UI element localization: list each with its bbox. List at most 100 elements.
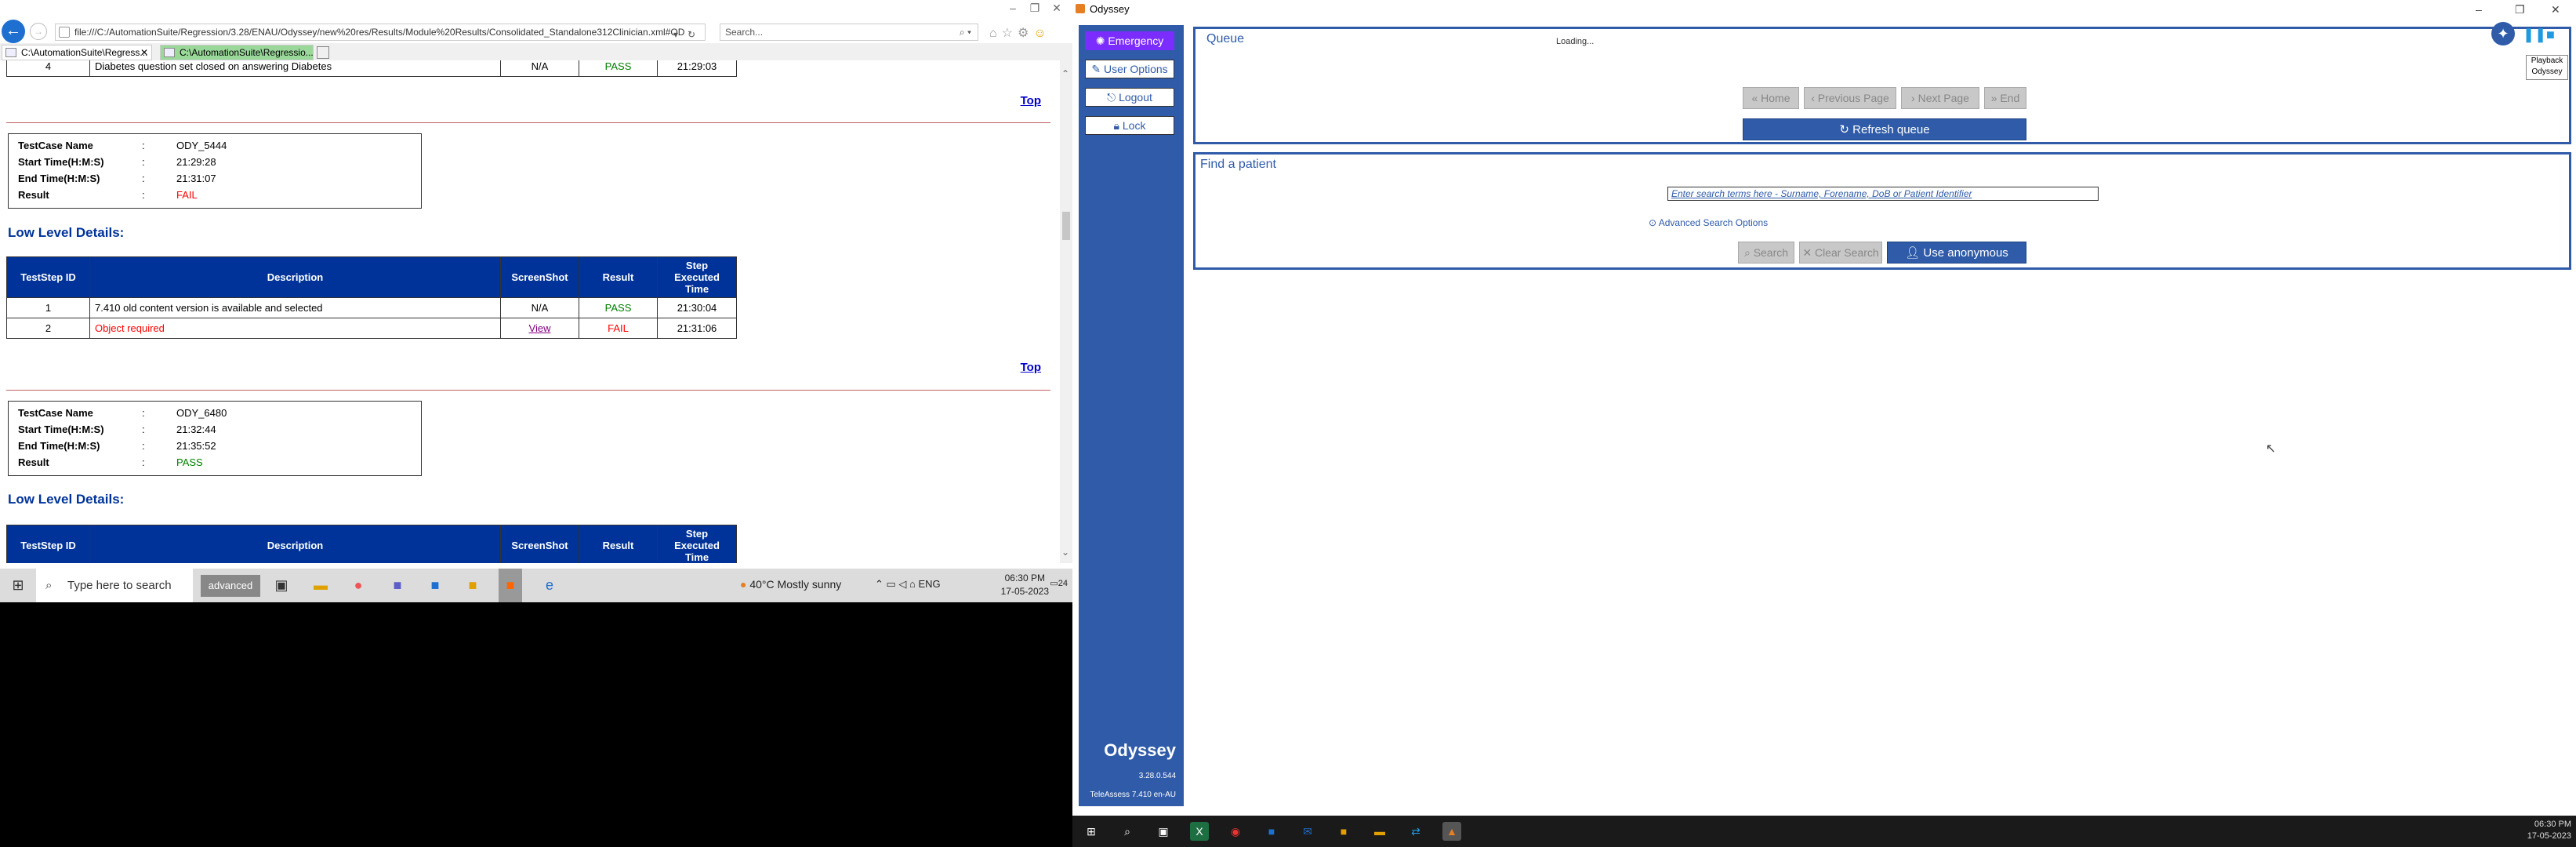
previous-page-button[interactable]: ‹ Previous Page [1804,87,1896,109]
address-bar[interactable]: file:///C:/AutomationSuite/Regression/3.… [55,24,706,41]
close-icon[interactable]: ✕ [2551,0,2560,19]
label-name: TestCase Name [18,407,93,419]
user-options-button[interactable]: ✎ User Options [1085,60,1174,78]
search-icon[interactable]: ⌕ [1118,822,1137,841]
chrome-icon[interactable]: ◉ [1226,822,1245,841]
browser-tabs: C:\AutomationSuite\Regress... ✕ C:\Automa… [0,43,1072,60]
scroll-thumb[interactable] [1062,212,1070,240]
testcase-name: ODY_6480 [176,407,227,419]
refresh-queue-button[interactable]: ↻ Refresh queue [1743,118,2026,140]
end-button[interactable]: » End [1984,87,2026,109]
vertical-scrollbar[interactable]: ⌃ ⌄ [1060,60,1072,563]
pause-icon[interactable]: ❚❚ [2523,27,2546,42]
taskbar-search[interactable]: ⌕ Type here to search [36,569,193,602]
new-tab-icon[interactable] [317,46,329,59]
tab-2[interactable]: C:\AutomationSuite\Regressio... [160,45,314,60]
next-page-button[interactable]: › Next Page [1901,87,1979,109]
lock-button[interactable]: 🔒︎ Lock [1085,116,1174,135]
patient-search-input[interactable]: Enter search terms here - Surname, Foren… [1667,187,2099,201]
home-icon[interactable]: ⌂ [989,27,1002,40]
previous-label: Previous Page [1817,92,1889,104]
smiley-icon[interactable]: ☺ [1033,27,1050,40]
settings-gear-icon[interactable]: ⚙ [1018,27,1033,40]
weather[interactable]: ● 40°C Mostly sunny [740,578,841,591]
file-explorer-icon[interactable]: ▬ [309,569,332,602]
taskbar-clock[interactable]: 06:30 PM 17-05-2023 [1001,572,1049,598]
notifications-icon[interactable]: ▭24 [1050,578,1068,588]
sticky-notes-icon[interactable]: ■ [1334,822,1353,841]
step-result: PASS [579,297,658,318]
scroll-up-icon[interactable]: ⌃ [1061,68,1069,79]
chevron-up-icon[interactable]: ⌃ [875,578,883,590]
forward-arrow-icon[interactable]: → [30,23,47,40]
teams-icon[interactable]: ■ [386,569,409,602]
sticky-notes-icon[interactable]: ■ [461,569,484,602]
testcase-name: ODY_5444 [176,140,227,151]
advanced-search-label: Advanced Search Options [1658,217,1769,228]
teamviewer-icon[interactable]: ⇄ [1406,822,1425,841]
advanced-badge[interactable]: advanced [201,575,260,597]
language[interactable]: ENG [919,578,941,590]
page-icon [59,27,70,38]
top-link[interactable]: Top [1021,361,1041,374]
label-result: Result [18,456,49,468]
browser-navbar: ← → file:///C:/AutomationSuite/Regressio… [0,19,1072,43]
minimize-icon[interactable]: – [2476,0,2482,19]
outlook-icon[interactable]: ✉ [1298,822,1317,841]
odyssey-taskbar-icon[interactable]: ▲ [1442,822,1461,841]
refresh-icon[interactable]: ↻ [688,27,695,40]
step-id: 4 [6,60,90,77]
browser-search-input[interactable]: Search... ⌕ ▾ [720,24,978,41]
close-icon[interactable]: ✕ [1041,2,1072,15]
outlook-icon[interactable]: ■ [499,569,522,602]
start-time: 21:29:28 [176,156,216,168]
header-description: Description [89,256,501,298]
close-tab-icon[interactable]: ✕ [140,45,148,60]
chevron-down-icon: ⊙ [1649,217,1657,228]
windows-start-icon[interactable]: ⊞ [8,569,28,602]
queue-title: Queue [1206,32,1245,45]
header-time: Step Executed Time [657,256,737,298]
scroll-down-icon[interactable]: ⌄ [1061,547,1069,558]
address-text: file:///C:/AutomationSuite/Regression/3.… [74,27,685,38]
search-icon[interactable]: ⌕ ▾ [960,24,971,40]
ie-icon[interactable]: e [538,569,561,602]
view-screenshot-link[interactable]: View [529,322,551,334]
app-icon[interactable]: ■ [1262,822,1281,841]
step-description: Object required [89,318,501,339]
tab-1[interactable]: C:\AutomationSuite\Regress... ✕ [2,45,152,60]
stop-icon[interactable]: ■ [2546,27,2563,42]
emergency-button[interactable]: ✺ Emergency [1085,31,1174,50]
queue-panel: Queue Loading... « Home ‹ Previous Page … [1193,27,2571,144]
excel-icon[interactable]: X [1190,822,1209,841]
end-time: 21:35:52 [176,440,216,452]
system-tray[interactable]: ⌃ ▭ ◁ ⌂ ENG [875,578,941,591]
firefox-icon[interactable]: ● [346,569,370,602]
taskbar-right: ⊞ ⌕ ▣ X ◉ ■ ✉ ■ ▬ ⇄ ▲ 06:30 PM 17-05-2023 [1072,816,2576,847]
restore-icon[interactable]: ❐ [2515,0,2525,19]
step-time: 21:30:04 [657,297,737,318]
advanced-search-toggle[interactable]: ⊙ Advanced Search Options [1649,217,1768,228]
back-arrow-icon[interactable]: ← [2,20,25,43]
app-icon[interactable]: ■ [423,569,447,602]
file-explorer-icon[interactable]: ▬ [1370,822,1389,841]
label-result: Result [18,189,49,201]
playback-logo-icon[interactable]: ✦ [2491,22,2515,45]
favorites-icon[interactable]: ☆ [1002,27,1018,40]
windows-start-icon[interactable]: ⊞ [1082,822,1101,841]
top-link[interactable]: Top [1021,94,1041,107]
task-view-icon[interactable]: ▣ [270,569,293,602]
taskbar-clock[interactable]: 06:30 PM 17-05-2023 [2527,819,2571,842]
testcase-result: FAIL [176,189,198,201]
step-screenshot: N/A [500,60,579,77]
clear-search-button[interactable]: ✕ Clear Search [1799,242,1882,264]
clear-icon: ✕ [1802,246,1812,259]
home-button[interactable]: « Home [1743,87,1799,109]
task-view-icon[interactable]: ▣ [1154,822,1173,841]
search-button[interactable]: ⌕ Search [1738,242,1794,264]
logout-button[interactable]: ⎋ Logout [1085,88,1174,107]
table-row: 2 Object required View FAIL 21:31:06 [6,318,737,339]
table-row: 1 7.410 old content version is available… [6,297,737,318]
use-anonymous-patient-button[interactable]: 👤︎ Use anonymous patient [1887,242,2026,282]
address-dropdown-icon[interactable]: ▾ [673,27,678,40]
